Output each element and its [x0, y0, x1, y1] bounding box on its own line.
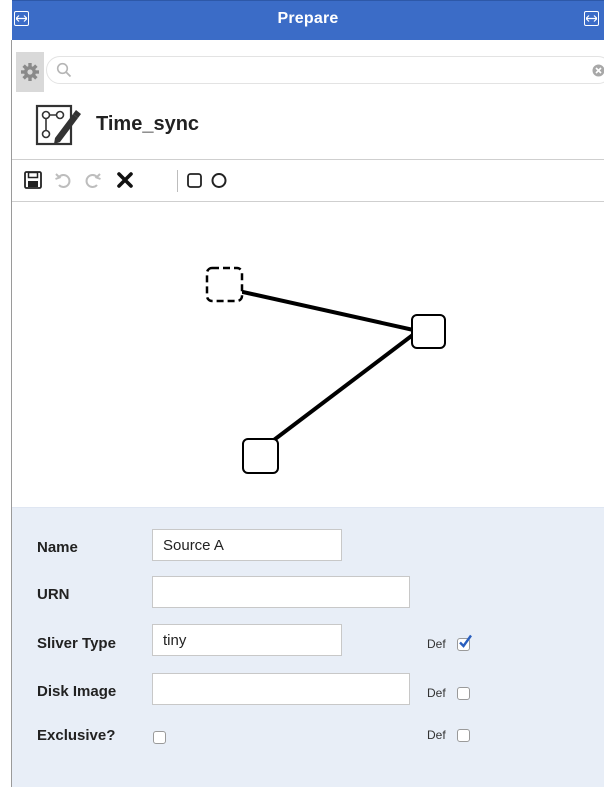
name-input[interactable]: [152, 529, 342, 561]
topology-canvas[interactable]: [12, 203, 604, 507]
sliver-type-def-checkbox[interactable]: [457, 634, 472, 651]
node-selected[interactable]: [205, 266, 244, 303]
urn-input[interactable]: [152, 576, 410, 608]
sliver-type-label: Sliver Type: [37, 635, 116, 652]
disk-image-input[interactable]: [152, 673, 410, 705]
window-title: Prepare: [277, 10, 339, 27]
settings-button[interactable]: [16, 52, 44, 92]
search-row: [12, 52, 604, 92]
link-1[interactable]: [224, 286, 419, 333]
disk-image-label: Disk Image: [37, 683, 117, 700]
urn-label: URN: [37, 586, 70, 603]
add-square-node-icon[interactable]: [184, 169, 206, 191]
toolbar: [12, 160, 604, 202]
disk-image-def-label: Def: [427, 686, 446, 700]
save-icon[interactable]: [22, 169, 44, 191]
disk-image-def-checkbox[interactable]: [457, 687, 470, 700]
add-circle-node-icon[interactable]: [208, 169, 230, 191]
expand-right-icon[interactable]: [584, 11, 599, 26]
node-properties-form: Name URN Sliver Type Def Disk Image Def …: [12, 507, 604, 787]
exclusive-label: Exclusive?: [37, 727, 116, 744]
search-input[interactable]: [77, 59, 581, 83]
link-2[interactable]: [252, 329, 420, 457]
gear-icon: [21, 63, 39, 81]
toolbar-separator: [177, 170, 178, 192]
slice-name: Time_sync: [96, 113, 200, 135]
name-label: Name: [37, 539, 78, 556]
clear-search-icon[interactable]: [592, 64, 604, 77]
node[interactable]: [411, 314, 446, 349]
exclusive-checkbox[interactable]: [153, 731, 166, 744]
title-bar: Prepare: [12, 0, 604, 40]
undo-icon[interactable]: [52, 169, 74, 191]
node[interactable]: [242, 438, 279, 474]
redo-icon[interactable]: [82, 169, 104, 191]
slice-header: Time_sync: [12, 92, 604, 160]
search-box: [46, 56, 604, 84]
topology-edit-icon: [35, 104, 81, 146]
exclusive-def-label: Def: [427, 728, 446, 742]
sliver-type-def-label: Def: [427, 637, 446, 651]
exclusive-def-checkbox[interactable]: [457, 729, 470, 742]
sliver-type-input[interactable]: [152, 624, 342, 656]
prepare-panel: Prepare Time_sync Name Source A URN Sliv…: [0, 0, 604, 787]
delete-icon[interactable]: [114, 169, 136, 191]
checkmark-icon: [459, 634, 472, 648]
search-icon: [56, 62, 72, 78]
